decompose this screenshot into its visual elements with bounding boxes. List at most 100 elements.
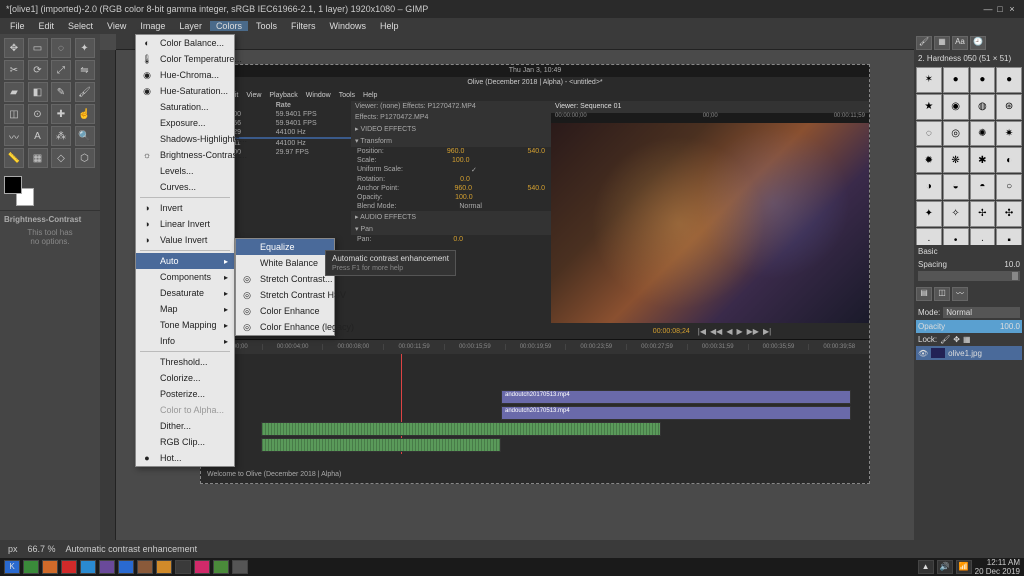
- mi-white-balance[interactable]: White Balance: [236, 255, 334, 271]
- mi-color-to-alpha[interactable]: Color to Alpha...: [136, 402, 234, 418]
- mi-posterize[interactable]: Posterize...: [136, 386, 234, 402]
- mi-hue-saturation[interactable]: ◉Hue-Saturation...: [136, 83, 234, 99]
- mi-equalize[interactable]: Equalize: [236, 239, 334, 255]
- mi-invert[interactable]: ◑Invert: [136, 200, 234, 216]
- maximize-button[interactable]: □: [994, 4, 1006, 14]
- tool-path[interactable]: 〰: [4, 126, 24, 146]
- ruler-vertical[interactable]: [100, 50, 116, 540]
- mi-curves[interactable]: Curves...: [136, 179, 234, 195]
- tool-brush[interactable]: 🖌: [75, 82, 95, 102]
- lock-position-icon[interactable]: ✥: [953, 335, 960, 344]
- menu-colors[interactable]: Colors: [210, 21, 248, 31]
- brush-item[interactable]: ▪: [996, 228, 1022, 246]
- task-item[interactable]: [61, 560, 77, 574]
- start-button[interactable]: K: [4, 560, 20, 574]
- brush-item[interactable]: ◍: [970, 94, 996, 120]
- mi-auto[interactable]: Auto: [136, 253, 234, 269]
- tool-free-select[interactable]: ◌: [51, 38, 71, 58]
- tray-icon[interactable]: 🔊: [937, 560, 953, 574]
- menu-edit[interactable]: Edit: [33, 21, 61, 31]
- mi-levels[interactable]: Levels...: [136, 163, 234, 179]
- mi-desaturate[interactable]: Desaturate: [136, 285, 234, 301]
- layer-row[interactable]: 👁 olive1.jpg: [916, 346, 1022, 360]
- brush-item[interactable]: ◐: [996, 147, 1022, 173]
- tool-heal[interactable]: ✚: [51, 104, 71, 124]
- eye-icon[interactable]: 👁: [918, 349, 928, 358]
- menu-tools[interactable]: Tools: [250, 21, 283, 31]
- mi-stretch-contrast[interactable]: ◎Stretch Contrast...: [236, 271, 334, 287]
- tool-rotate[interactable]: ⟳: [28, 60, 48, 80]
- lock-alpha-icon[interactable]: ▦: [963, 335, 971, 344]
- brush-item[interactable]: ✷: [996, 121, 1022, 147]
- brush-item[interactable]: •: [943, 228, 969, 246]
- tool-gradient[interactable]: ◧: [28, 82, 48, 102]
- menu-layer[interactable]: Layer: [173, 21, 208, 31]
- brush-item[interactable]: ✣: [996, 201, 1022, 227]
- brush-item[interactable]: ●: [943, 67, 969, 93]
- brush-item[interactable]: ✶: [916, 67, 942, 93]
- tool-zoom[interactable]: 🔍: [75, 126, 95, 146]
- task-item[interactable]: [42, 560, 58, 574]
- tab-brushes[interactable]: 🖌: [916, 36, 932, 50]
- mi-info[interactable]: Info: [136, 333, 234, 349]
- menu-filters[interactable]: Filters: [285, 21, 322, 31]
- tool-flip[interactable]: ⇋: [75, 60, 95, 80]
- mi-colorize[interactable]: Colorize...: [136, 370, 234, 386]
- tool-text[interactable]: A: [28, 126, 48, 146]
- menu-image[interactable]: Image: [134, 21, 171, 31]
- lock-pixels-icon[interactable]: 🖌: [940, 335, 950, 344]
- tab-fonts[interactable]: Aa: [952, 36, 968, 50]
- tool-move[interactable]: ✥: [4, 38, 24, 58]
- mi-brightness-contrast[interactable]: ☼Brightness-Contrast...: [136, 147, 234, 163]
- task-item[interactable]: [213, 560, 229, 574]
- task-item[interactable]: [99, 560, 115, 574]
- menu-select[interactable]: Select: [62, 21, 99, 31]
- zoom-value[interactable]: 66.7 %: [28, 544, 56, 554]
- menu-view[interactable]: View: [101, 21, 132, 31]
- tab-paths[interactable]: 〰: [952, 287, 968, 301]
- tool-scale[interactable]: ⤢: [51, 60, 71, 80]
- task-item[interactable]: [137, 560, 153, 574]
- tab-history[interactable]: 🕘: [970, 36, 986, 50]
- mi-linear-invert[interactable]: ◑Linear Invert: [136, 216, 234, 232]
- tool-pencil[interactable]: ✎: [51, 82, 71, 102]
- mi-hue-chroma[interactable]: ◉Hue-Chroma...: [136, 67, 234, 83]
- brush-item[interactable]: ◓: [970, 174, 996, 200]
- fg-bg-colors[interactable]: [4, 176, 34, 206]
- tool-eraser[interactable]: ◫: [4, 104, 24, 124]
- brush-item[interactable]: ◒: [943, 174, 969, 200]
- task-item[interactable]: [194, 560, 210, 574]
- tray-icon[interactable]: 📶: [956, 560, 972, 574]
- mode-value[interactable]: Normal: [943, 307, 1020, 318]
- close-button[interactable]: ×: [1006, 4, 1018, 14]
- mi-hot[interactable]: ●Hot...: [136, 450, 234, 466]
- mi-threshold[interactable]: Threshold...: [136, 354, 234, 370]
- task-item[interactable]: [232, 560, 248, 574]
- tab-layers[interactable]: ▤: [916, 287, 932, 301]
- spacing-slider[interactable]: [918, 271, 1020, 281]
- mi-map[interactable]: Map: [136, 301, 234, 317]
- brush-item[interactable]: ∙: [970, 228, 996, 246]
- tool-warp[interactable]: ⬡: [75, 148, 95, 168]
- minimize-button[interactable]: —: [982, 4, 994, 14]
- mi-color-enhance-legacy[interactable]: ◎Color Enhance (legacy): [236, 319, 334, 335]
- brush-item[interactable]: ✧: [943, 201, 969, 227]
- brush-item[interactable]: ✱: [970, 147, 996, 173]
- mi-color-enhance[interactable]: ◎Color Enhance: [236, 303, 334, 319]
- mi-dither[interactable]: Dither...: [136, 418, 234, 434]
- mi-shadows-highlights[interactable]: Shadows-Highlights...: [136, 131, 234, 147]
- brush-item[interactable]: ❋: [943, 147, 969, 173]
- tray-icon[interactable]: ▲: [918, 560, 934, 574]
- task-item[interactable]: [118, 560, 134, 574]
- tool-measure[interactable]: 📏: [4, 148, 24, 168]
- task-item[interactable]: [23, 560, 39, 574]
- mi-tone-mapping[interactable]: Tone Mapping: [136, 317, 234, 333]
- tool-clone[interactable]: ⊙: [28, 104, 48, 124]
- brush-item[interactable]: ●: [970, 67, 996, 93]
- unit-label[interactable]: px: [8, 544, 18, 554]
- brush-item[interactable]: ★: [916, 94, 942, 120]
- tool-crop[interactable]: ✂: [4, 60, 24, 80]
- task-item[interactable]: [156, 560, 172, 574]
- brush-item[interactable]: ○: [996, 174, 1022, 200]
- menu-file[interactable]: File: [4, 21, 31, 31]
